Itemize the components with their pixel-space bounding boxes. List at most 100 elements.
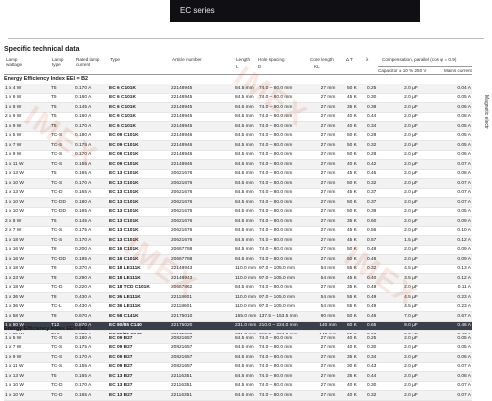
cell-article-number: 20821657 bbox=[170, 334, 234, 344]
cell-lamp-type: T8 bbox=[50, 311, 74, 322]
col-article-number: Article number bbox=[172, 57, 202, 62]
cell-mains-current: 0.05 A bbox=[440, 131, 472, 141]
cell-mains-current: 0.07 A bbox=[440, 197, 472, 208]
cell-hole-spacing: 74.0 – 80.0 mm bbox=[258, 390, 310, 401]
group-title-b2: Energy Efficiency Index EEI = B2 bbox=[4, 76, 89, 82]
cell-core-length: 27 mm bbox=[310, 207, 346, 217]
col-mains-current: Mains current bbox=[444, 68, 472, 73]
cell-article-number: 20821657 bbox=[170, 362, 234, 372]
col-rated-current: Rated lamp current bbox=[76, 57, 100, 67]
cell-delta-t: 40 K bbox=[346, 381, 366, 391]
cell-core-length: 54 mm bbox=[310, 273, 346, 284]
series-header: EC series bbox=[170, 0, 420, 22]
cell-capacitor: 2.0 µF bbox=[382, 245, 440, 255]
cell-delta-t: 60 K bbox=[346, 321, 366, 331]
cell-capacitor: 2.0 µF bbox=[382, 334, 440, 344]
table-row: 1 x 11 W TC-S 0.155 A EC 09 C101K 22148946 84… bbox=[4, 159, 472, 170]
cell-lamp-type: TC-S bbox=[50, 131, 74, 141]
cell-lambda: 0.60 bbox=[366, 216, 382, 227]
cell-capacitor: 2.0 µF bbox=[382, 216, 440, 227]
cell-capacitor: 2.0 µF bbox=[382, 371, 440, 382]
cell-core-length: 27 mm bbox=[310, 84, 346, 94]
cell-type: EC 6 C101K bbox=[108, 84, 170, 94]
cell-current: 0.175 A bbox=[74, 140, 108, 151]
cell-wattage: 1 x 13 W bbox=[4, 188, 50, 198]
cell-hole-spacing: 74.0 – 80.0 mm bbox=[258, 150, 310, 160]
table-row: 2 x 8 W T5 0.145 A EC 13 C101K 20621676 84.5 … bbox=[4, 216, 472, 227]
table-row: 1 x 10 W TC-D 0.165 A EC 13 B27 22116351 84.5… bbox=[4, 390, 472, 401]
cell-mains-current: 0.08 A bbox=[440, 112, 472, 122]
cell-type: EC 09 C101K bbox=[108, 131, 170, 141]
cell-lambda: 0.43 bbox=[366, 362, 382, 372]
cell-article-number: 20667862 bbox=[170, 283, 234, 293]
cell-wattage: 2 x 7 W bbox=[4, 226, 50, 236]
col-lambda: λ bbox=[366, 57, 369, 62]
cell-lamp-type: T5 bbox=[50, 121, 74, 132]
cell-length: 84.5 mm bbox=[234, 188, 258, 198]
cell-hole-spacing: 74.0 – 80.0 mm bbox=[258, 188, 310, 198]
cell-lamp-type: TC-S bbox=[50, 343, 74, 353]
cell-lambda: 0.39 bbox=[366, 207, 382, 217]
cell-mains-current: 0.07 A bbox=[440, 381, 472, 391]
cell-delta-t: 50 K bbox=[346, 131, 366, 141]
cell-capacitor: 2.0 µF bbox=[382, 254, 440, 265]
cell-type: EC 13 C101K bbox=[108, 226, 170, 236]
cell-type: EC 16 C101K bbox=[108, 245, 170, 255]
cell-mains-current: 0.06 A bbox=[440, 102, 472, 113]
cell-capacitor: 2.0 µF bbox=[382, 283, 440, 293]
cell-hole-spacing: 74.0 – 80.0 mm bbox=[258, 169, 310, 179]
cell-length: 84.5 mm bbox=[234, 197, 258, 208]
compensation-underline bbox=[378, 66, 472, 67]
cell-current: 0.170 A bbox=[74, 352, 108, 363]
cell-core-length: 27 mm bbox=[310, 334, 346, 344]
cell-type: EC 13 B27 bbox=[108, 371, 170, 382]
cell-delta-t: 45 K bbox=[346, 188, 366, 198]
cell-type: EC 58 C141K bbox=[108, 311, 170, 322]
col-type: Type bbox=[110, 57, 120, 62]
cell-current: 0.370 A bbox=[74, 264, 108, 274]
cell-hole-spacing: 210.0 – 224.0 mm bbox=[258, 321, 310, 331]
cell-capacitor: 2.0 µF bbox=[382, 169, 440, 179]
cell-capacitor: 2.0 µF bbox=[382, 381, 440, 391]
cell-length: 110.0 mm bbox=[234, 292, 258, 303]
cell-mains-current: 0.12 A bbox=[440, 235, 472, 246]
cell-type: EC 18 TCD C101K bbox=[108, 283, 170, 293]
cell-article-number: 22148946 bbox=[170, 131, 234, 141]
cell-delta-t: 40 K bbox=[346, 159, 366, 170]
cell-current: 0.195 A bbox=[74, 254, 108, 265]
cell-lamp-type: TC-D bbox=[50, 390, 74, 401]
cell-core-length: 27 mm bbox=[310, 245, 346, 255]
cell-capacitor: 9.0 µF bbox=[382, 321, 440, 331]
cell-type: EC 16 C101K bbox=[108, 254, 170, 265]
cell-article-number: 22175010 bbox=[170, 311, 234, 322]
cell-length: 84.5 mm bbox=[234, 131, 258, 141]
cell-current: 0.220 A bbox=[74, 283, 108, 293]
cell-lamp-type: TC-D bbox=[50, 283, 74, 293]
cell-capacitor: 2.0 µF bbox=[382, 102, 440, 113]
cell-mains-current: 0.04 A bbox=[440, 84, 472, 94]
table-row: 1 x 13 W T5 0.165 A EC 13 C101K 20621676 84.5… bbox=[4, 169, 472, 179]
cell-type: EC 6 C101K bbox=[108, 102, 170, 113]
cell-hole-spacing: 97.0 – 105.0 mm bbox=[258, 264, 310, 274]
cell-capacitor: 2.0 µF bbox=[382, 93, 440, 103]
cell-capacitor: 2.0 µF bbox=[382, 362, 440, 372]
cell-wattage: 1 x 9 W bbox=[4, 352, 50, 363]
cell-delta-t: 45 K bbox=[346, 169, 366, 179]
cell-length: 84.5 mm bbox=[234, 178, 258, 189]
cell-length: 84.5 mm bbox=[234, 362, 258, 372]
col-length-sub: L bbox=[236, 64, 239, 69]
cell-wattage: 1 x 11 W bbox=[4, 159, 50, 170]
cell-hole-spacing: 74.0 – 80.0 mm bbox=[258, 352, 310, 363]
cell-length: 84.5 mm bbox=[234, 159, 258, 170]
cell-length: 84.5 mm bbox=[234, 216, 258, 227]
cell-article-number: 22148945 bbox=[170, 84, 234, 94]
cell-hole-spacing: 74.0 – 80.0 mm bbox=[258, 121, 310, 132]
cell-mains-current: 0.10 A bbox=[440, 226, 472, 236]
cell-hole-spacing: 74.0 – 80.0 mm bbox=[258, 362, 310, 372]
cell-lamp-type: T8 bbox=[50, 292, 74, 303]
cell-lambda: 0.38 bbox=[366, 102, 382, 113]
cell-current: 0.180 A bbox=[74, 131, 108, 141]
cell-length: 84.5 mm bbox=[234, 390, 258, 401]
cell-lamp-type: TC-D bbox=[50, 188, 74, 198]
table-row: 1 x 18 W TC-D 0.220 A EC 18 TCD C101K 206678… bbox=[4, 283, 472, 293]
